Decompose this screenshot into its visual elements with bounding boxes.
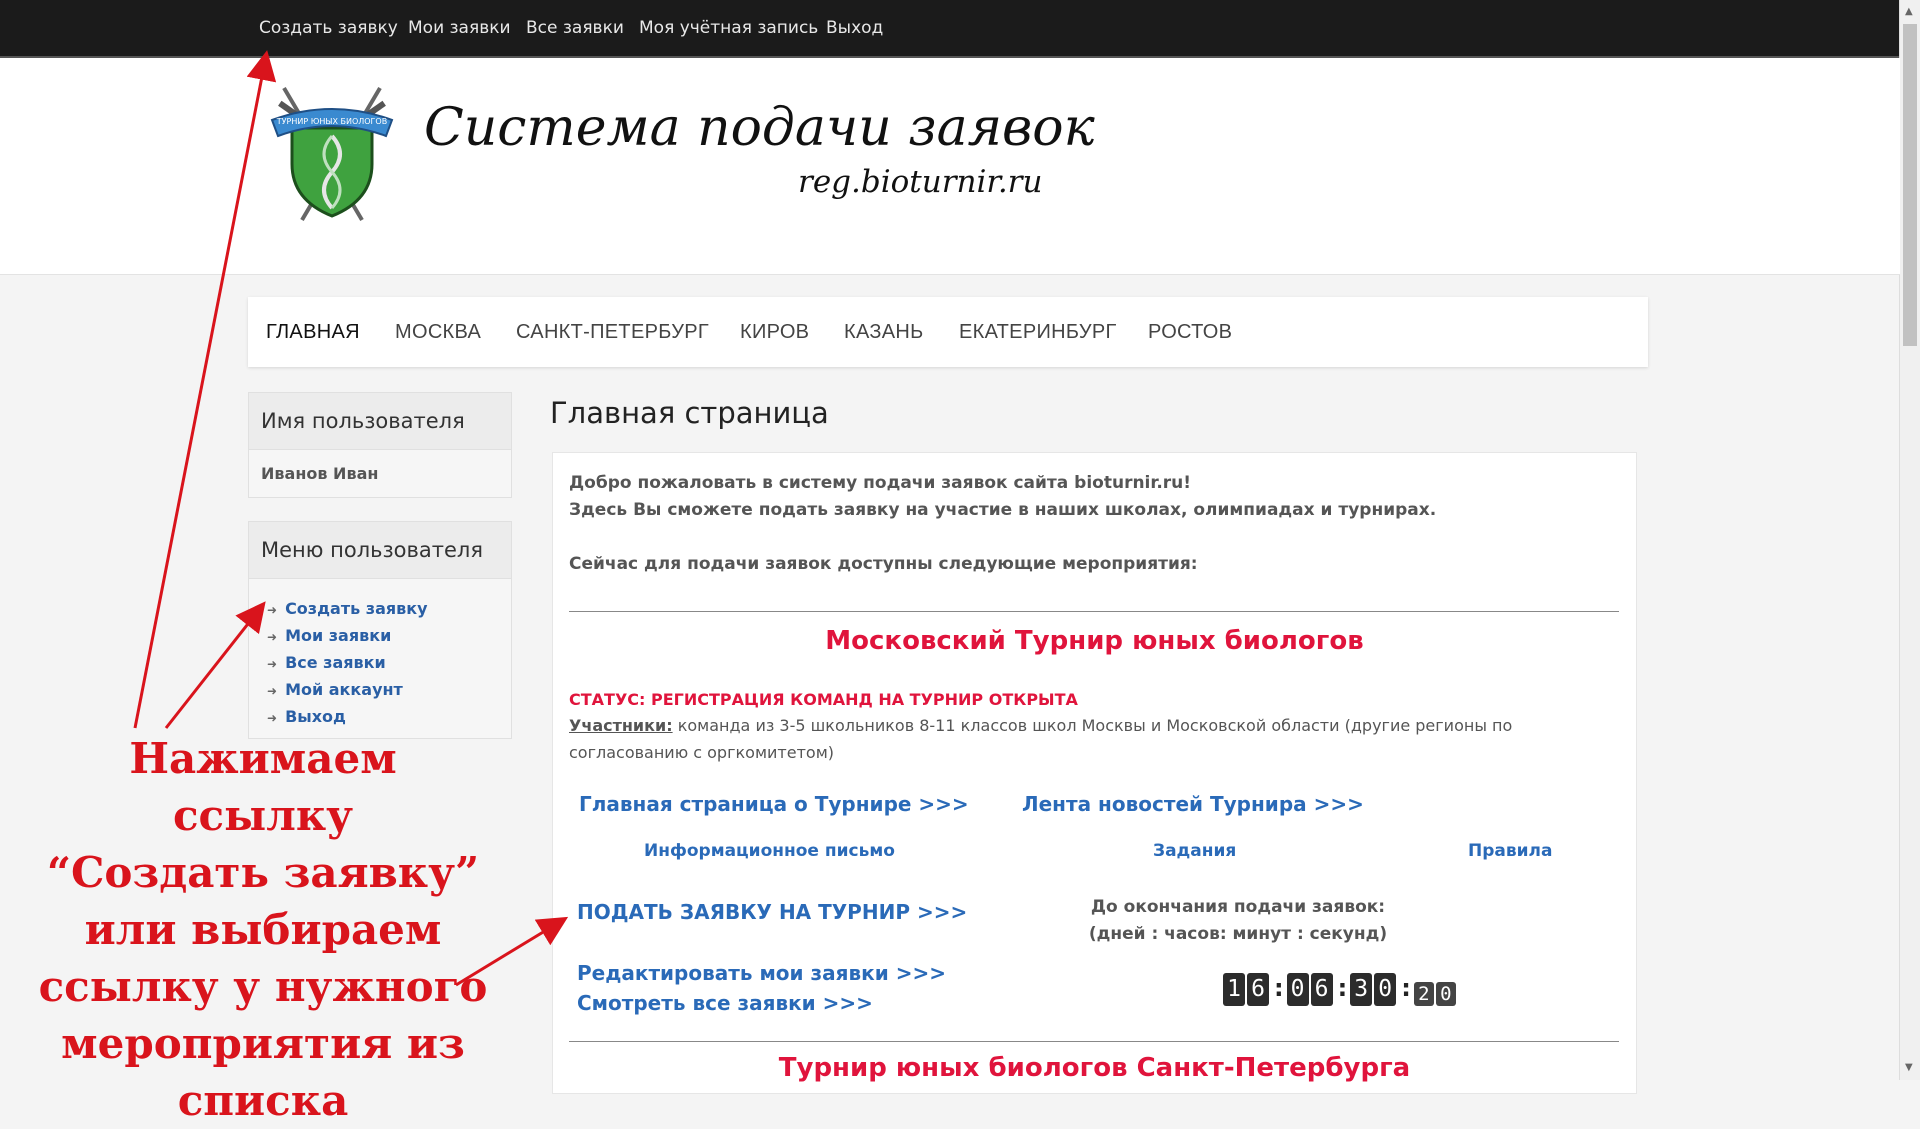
- menu-item-account: ➜ Мой аккаунт: [267, 676, 511, 703]
- user-box: Имя пользователя Иванов Иван: [248, 392, 512, 498]
- next-event-title: Турнир юных биологов Санкт-Петербурга: [778, 1053, 1411, 1083]
- countdown-digit: 3: [1350, 973, 1373, 1006]
- event-participants: Участники: команда из 3-5 школьников 8-1…: [569, 712, 1619, 766]
- event-title: Московский Турнир юных биологов: [825, 626, 1364, 656]
- citynav-item-rostov[interactable]: РОСТОВ: [1148, 321, 1232, 344]
- annotation-line: списка: [177, 1076, 349, 1125]
- top-navbar: Создать заявку Мои заявки Все заявки Моя…: [0, 0, 1900, 58]
- citynav-item-yekaterinburg[interactable]: ЕКАТЕРИНБУРГ: [959, 321, 1117, 344]
- countdown-digit: 1: [1223, 973, 1245, 1006]
- link-edit-requests[interactable]: Редактировать мои заявки >>>: [577, 961, 946, 985]
- link-info-letter[interactable]: Информационное письмо: [644, 841, 895, 861]
- countdown-digit: 2: [1413, 982, 1434, 1006]
- annotation-line: ссылку у нужного: [38, 962, 488, 1011]
- citynav-item-home[interactable]: ГЛАВНАЯ: [266, 321, 360, 344]
- user-menu-heading: Меню пользователя: [249, 522, 511, 579]
- link-view-requests[interactable]: Смотреть все заявки >>>: [577, 991, 873, 1015]
- user-menu-box: Меню пользователя ➜ Создать заявку ➜ Мои з…: [248, 521, 512, 739]
- menu-link-account[interactable]: Мой аккаунт: [285, 680, 403, 699]
- annotation-line: Нажимаем ссылку: [129, 734, 397, 840]
- participants-label: Участники:: [569, 716, 673, 735]
- topnav-all-requests[interactable]: Все заявки: [526, 18, 624, 38]
- arrow-right-icon: ➜: [267, 630, 278, 644]
- intro-description: Здесь Вы сможете подать заявку на участи…: [569, 500, 1437, 520]
- menu-link-logout[interactable]: Выход: [285, 707, 346, 726]
- citynav-item-kirov[interactable]: КИРОВ: [740, 321, 809, 344]
- arrow-right-icon: ➜: [267, 684, 278, 698]
- user-box-heading: Имя пользователя: [249, 393, 511, 450]
- countdown-colon: :: [1401, 974, 1411, 1002]
- countdown-timer: 16: 06: 30: 20: [1223, 973, 1458, 1006]
- scroll-down-icon[interactable]: ▼: [1905, 1062, 1913, 1073]
- citynav-item-kazan[interactable]: КАЗАНЬ: [844, 321, 924, 344]
- countdown-label: До окончания подачи заявок:: [1090, 897, 1386, 917]
- countdown-colon: :: [1337, 974, 1348, 1002]
- countdown-digit: 6: [1310, 973, 1333, 1006]
- countdown-digit: 6: [1247, 973, 1269, 1006]
- citynav-item-spb[interactable]: САНКТ-ПЕТЕРБУРГ: [516, 321, 709, 344]
- countdown-digit: 0: [1286, 973, 1309, 1006]
- city-nav: ГЛАВНАЯ МОСКВА САНКТ-ПЕТЕРБУРГ КИРОВ КАЗ…: [248, 297, 1648, 367]
- topnav-logout[interactable]: Выход: [826, 18, 883, 38]
- topnav-create-request[interactable]: Создать заявку: [259, 18, 398, 38]
- scrollbar-thumb[interactable]: [1903, 24, 1917, 346]
- link-rules[interactable]: Правила: [1468, 841, 1552, 861]
- participants-text: команда из 3-5 школьников 8-11 классов ш…: [569, 716, 1513, 762]
- scrollbar[interactable]: ▲ ▼: [1899, 0, 1920, 1080]
- annotation-line: “Создать заявку”: [46, 848, 480, 897]
- site-logo[interactable]: ТУРНИР ЮНЫХ БИОЛОГОВ: [270, 84, 394, 224]
- menu-link-my-requests[interactable]: Мои заявки: [285, 626, 391, 645]
- countdown-digit: 0: [1374, 973, 1397, 1006]
- logo-text: ТУРНИР ЮНЫХ БИОЛОГОВ: [276, 117, 387, 126]
- intro-welcome: Добро пожаловать в систему подачи заявок…: [569, 473, 1192, 493]
- citynav-item-moscow[interactable]: МОСКВА: [395, 321, 481, 344]
- arrow-right-icon: ➜: [267, 603, 278, 617]
- intro-available: Сейчас для подачи заявок доступны следую…: [569, 554, 1198, 574]
- page-title: Главная страница: [550, 396, 829, 430]
- link-tournament-news[interactable]: Лента новостей Турнира >>>: [1022, 792, 1364, 816]
- arrow-right-icon: ➜: [267, 711, 278, 725]
- arrow-right-icon: ➜: [267, 657, 278, 671]
- countdown-colon: :: [1274, 974, 1284, 1002]
- menu-link-all-requests[interactable]: Все заявки: [285, 653, 386, 672]
- user-menu: ➜ Создать заявку ➜ Мои заявки ➜ Все заявки …: [249, 579, 511, 740]
- annotation-line: или выбираем: [84, 905, 442, 954]
- link-tasks[interactable]: Задания: [1153, 841, 1236, 861]
- topnav-my-requests[interactable]: Мои заявки: [408, 18, 511, 38]
- scroll-up-icon[interactable]: ▲: [1905, 6, 1913, 17]
- countdown-units: (дней : часов: минут : секунд): [1088, 924, 1388, 944]
- topnav-my-account[interactable]: Моя учётная запись: [639, 18, 818, 38]
- countdown-digit: 0: [1435, 982, 1456, 1006]
- menu-item-all-requests: ➜ Все заявки: [267, 649, 511, 676]
- annotation-callout: Нажимаем ссылку “Создать заявку” или выб…: [38, 730, 488, 1129]
- annotation-line: мероприятия из: [61, 1019, 465, 1068]
- menu-link-create[interactable]: Создать заявку: [285, 599, 428, 618]
- site-title: Система подачи заявок: [424, 98, 1095, 158]
- user-name: Иванов Иван: [261, 464, 379, 483]
- menu-item-logout: ➜ Выход: [267, 703, 511, 730]
- menu-item-my-requests: ➜ Мои заявки: [267, 622, 511, 649]
- event-status: СТАТУС: РЕГИСТРАЦИЯ КОМАНД НА ТУРНИР ОТК…: [569, 690, 1078, 709]
- divider: [569, 1041, 1619, 1042]
- divider: [569, 611, 1619, 612]
- link-tournament-home[interactable]: Главная страница о Турнире >>>: [579, 792, 969, 816]
- link-apply[interactable]: ПОДАТЬ ЗАЯВКУ НА ТУРНИР >>>: [577, 900, 967, 924]
- main-content: Добро пожаловать в систему подачи заявок…: [552, 452, 1637, 1094]
- site-url: reg.bioturnir.ru: [798, 164, 1043, 200]
- menu-item-create: ➜ Создать заявку: [267, 595, 511, 622]
